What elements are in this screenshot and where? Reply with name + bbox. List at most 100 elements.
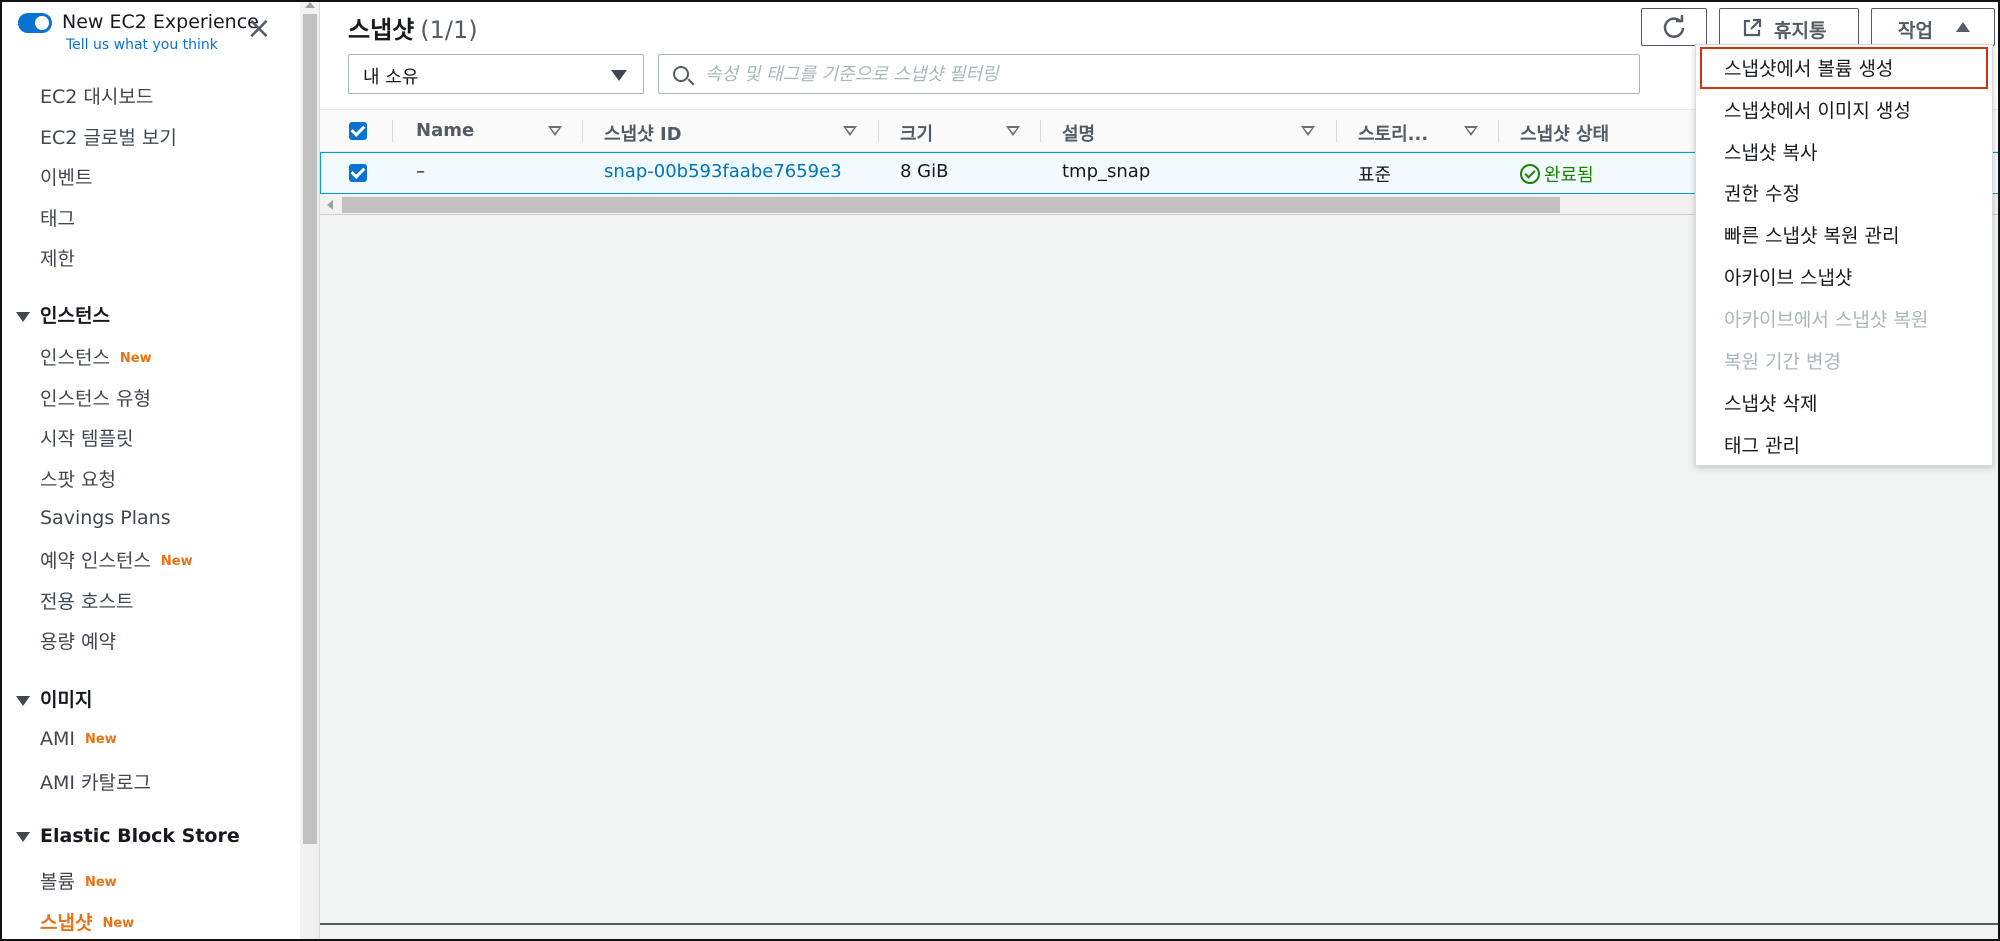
search-input[interactable]: [705, 61, 1605, 87]
menu-item-manage-fast-snapshot-restore[interactable]: 빠른 스냅샷 복원 관리: [1724, 221, 1899, 248]
cell-description: tmp_snap: [1062, 161, 1151, 182]
new-badge: New: [84, 875, 117, 890]
sort-icon[interactable]: [548, 126, 562, 136]
actions-dropdown-menu: 스냅샷에서 볼륨 생성 스냅샷에서 이미지 생성 스냅샷 복사 권한 수정 빠른…: [1695, 44, 1993, 466]
column-header-storage-tier[interactable]: 스토리...: [1358, 120, 1428, 146]
menu-item-manage-tags[interactable]: 태그 관리: [1724, 431, 1800, 458]
new-badge: New: [160, 554, 193, 569]
column-header-description[interactable]: 설명: [1062, 120, 1095, 146]
chevron-down-icon: [611, 70, 627, 81]
sidebar-item-dedicated-hosts[interactable]: 전용 호스트: [40, 587, 133, 614]
divider: [320, 923, 1998, 925]
sidebar-item-ami-catalog[interactable]: AMI 카탈로그: [40, 768, 151, 795]
scroll-up-icon[interactable]: [305, 2, 315, 8]
sidebar-item-instance-types[interactable]: 인스턴스 유형: [40, 384, 151, 411]
app-window: New EC2 Experience Tell us what you thin…: [0, 0, 2000, 941]
column-divider: [878, 120, 879, 142]
actions-button[interactable]: 작업: [1871, 8, 1995, 46]
sidebar-item-ec2-dashboard[interactable]: EC2 대시보드: [40, 82, 153, 109]
column-divider: [1498, 120, 1499, 142]
new-experience-toggle[interactable]: [18, 13, 52, 33]
sidebar-item-instances[interactable]: 인스턴스 New: [40, 343, 152, 370]
sidebar-item-label: 볼륨: [40, 871, 75, 893]
new-badge: New: [119, 351, 152, 366]
sidebar-item-spot-requests[interactable]: 스팟 요청: [40, 465, 116, 492]
sidebar-item-label: 스냅샷: [40, 912, 93, 934]
page-title-text: 스냅샷: [348, 16, 415, 44]
sidebar-item-ami[interactable]: AMI New: [40, 728, 117, 750]
column-header-name[interactable]: Name: [416, 120, 474, 141]
close-icon[interactable]: ×: [246, 14, 272, 44]
sidebar-item-snapshots[interactable]: 스냅샷 New: [40, 908, 134, 935]
sidebar: New EC2 Experience Tell us what you thin…: [2, 2, 300, 939]
scroll-left-icon[interactable]: [327, 200, 333, 210]
sidebar-scroll-thumb[interactable]: [303, 14, 317, 844]
check-circle-icon: [1520, 164, 1540, 184]
sidebar-section-ebs[interactable]: Elastic Block Store: [16, 825, 240, 847]
caret-down-icon: [16, 831, 30, 842]
sidebar-item-volumes[interactable]: 볼륨 New: [40, 867, 117, 894]
new-experience-title: New EC2 Experience: [62, 11, 259, 33]
status-text: 완료됨: [1544, 165, 1594, 186]
sidebar-item-reserved-instances[interactable]: 예약 인스턴스 New: [40, 546, 193, 573]
sort-icon[interactable]: [1006, 126, 1020, 136]
external-link-icon: [1743, 18, 1762, 37]
section-label: 이미지: [40, 689, 93, 711]
column-header-size[interactable]: 크기: [900, 120, 933, 146]
menu-item-create-image-from-snapshot[interactable]: 스냅샷에서 이미지 생성: [1724, 96, 1911, 123]
section-label: Elastic Block Store: [40, 825, 240, 847]
sidebar-item-capacity-reservations[interactable]: 용량 예약: [40, 627, 116, 654]
cell-name: –: [416, 161, 425, 182]
sidebar-item-limits[interactable]: 제한: [40, 244, 75, 271]
menu-item-create-volume-from-snapshot[interactable]: 스냅샷에서 볼륨 생성: [1724, 54, 1893, 81]
sidebar-item-global-view[interactable]: EC2 글로벌 보기: [40, 123, 177, 150]
sort-icon[interactable]: [843, 126, 857, 136]
sidebar-item-label: 예약 인스턴스: [40, 550, 151, 572]
refresh-icon: [1663, 15, 1685, 38]
sidebar-item-tags[interactable]: 태그: [40, 204, 75, 231]
sort-icon[interactable]: [1301, 126, 1315, 136]
sidebar-item-label: AMI: [40, 728, 75, 750]
column-divider: [1336, 120, 1337, 142]
sidebar-item-savings-plans[interactable]: Savings Plans: [40, 507, 171, 529]
menu-item-restore-from-archive: 아카이브에서 스냅샷 복원: [1724, 309, 1929, 331]
sidebar-item-launch-templates[interactable]: 시작 템플릿: [40, 424, 133, 451]
select-all-checkbox[interactable]: [349, 122, 367, 140]
cell-storage-tier: 표준: [1358, 165, 1392, 186]
menu-item-delete-snapshot[interactable]: 스냅샷 삭제: [1724, 389, 1817, 416]
new-badge: New: [102, 916, 135, 931]
recycle-bin-button[interactable]: 휴지통: [1719, 8, 1859, 46]
menu-item-change-restore-period: 복원 기간 변경: [1724, 351, 1841, 373]
menu-item-archive-snapshot[interactable]: 아카이브 스냅샷: [1724, 263, 1852, 290]
column-divider: [392, 120, 393, 142]
selection-count: (1/1): [420, 16, 478, 44]
snapshot-search: [658, 54, 1640, 94]
sidebar-item-events[interactable]: 이벤트: [40, 163, 92, 190]
menu-item-copy-snapshot[interactable]: 스냅샷 복사: [1724, 138, 1817, 165]
cell-snapshot-status: 완료됨: [1520, 161, 1594, 187]
caret-down-icon: [16, 311, 30, 322]
page-title: 스냅샷 (1/1): [348, 10, 478, 45]
horizontal-scroll-thumb[interactable]: [342, 197, 1560, 213]
cell-size: 8 GiB: [900, 161, 949, 182]
owner-filter-value: 내 소유: [363, 67, 419, 88]
row-checkbox[interactable]: [349, 164, 367, 182]
sidebar-item-label: 인스턴스: [40, 347, 110, 369]
sidebar-scrollbar[interactable]: [300, 2, 320, 939]
cell-snapshot-id-link[interactable]: snap-00b593faabe7659e3: [604, 161, 842, 182]
owner-filter-select[interactable]: 내 소유: [348, 54, 644, 94]
column-divider: [1040, 120, 1041, 142]
sidebar-section-images[interactable]: 이미지: [16, 685, 92, 712]
caret-up-icon: [1956, 22, 1970, 32]
column-header-snapshot-id[interactable]: 스냅샷 ID: [604, 120, 682, 146]
feedback-link[interactable]: Tell us what you think: [66, 37, 218, 53]
sort-icon[interactable]: [1464, 126, 1478, 136]
column-header-snapshot-status[interactable]: 스냅샷 상태: [1520, 120, 1609, 146]
new-badge: New: [85, 732, 117, 747]
search-icon: [673, 66, 689, 82]
actions-label: 작업: [1898, 20, 1933, 42]
caret-down-icon: [16, 695, 30, 706]
menu-item-modify-permissions[interactable]: 권한 수정: [1724, 179, 1800, 206]
refresh-button[interactable]: [1641, 8, 1707, 46]
sidebar-section-instances[interactable]: 인스턴스: [16, 301, 110, 328]
